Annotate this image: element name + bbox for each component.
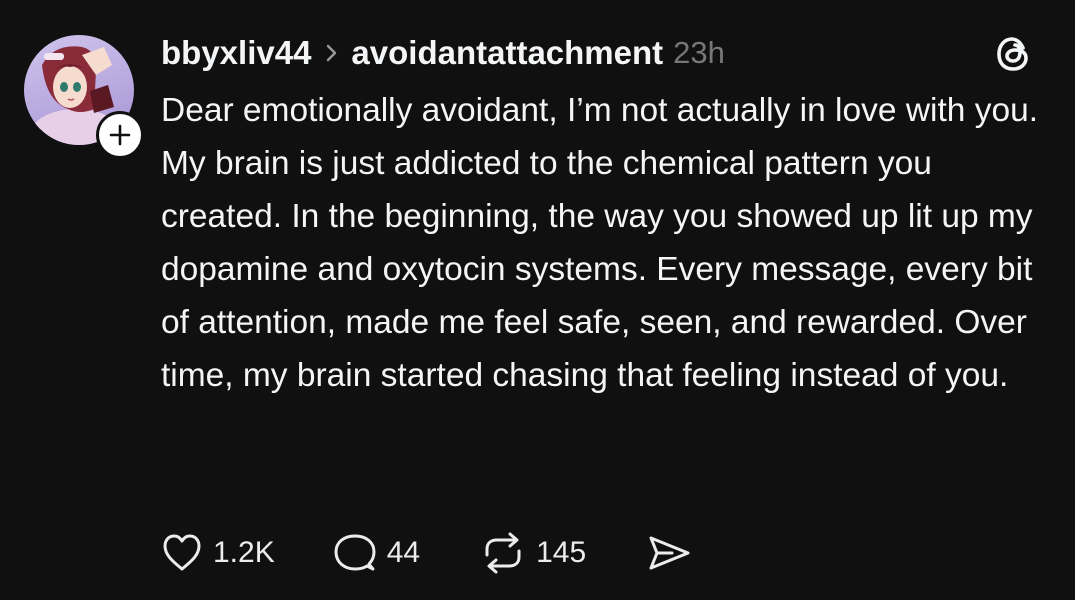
post-timestamp: 23h <box>673 35 725 70</box>
plus-icon <box>109 124 131 146</box>
threads-logo-icon[interactable] <box>993 33 1035 75</box>
post-header: bbyxliv44 avoidantattachment 23h <box>161 30 725 76</box>
username-link[interactable]: bbyxliv44 <box>161 34 311 72</box>
follow-button[interactable] <box>96 111 144 159</box>
send-icon <box>649 536 690 570</box>
avatar-container[interactable] <box>24 35 144 159</box>
repost-icon <box>485 532 521 574</box>
like-button[interactable]: 1.2K <box>161 533 275 573</box>
share-button[interactable] <box>646 533 692 573</box>
heart-icon <box>163 534 201 571</box>
community-link[interactable]: avoidantattachment <box>351 34 663 72</box>
comment-bubble-icon <box>334 534 376 571</box>
reply-button[interactable]: 44 <box>333 532 420 574</box>
repost-count: 145 <box>536 536 587 569</box>
like-count: 1.2K <box>213 536 275 569</box>
reply-count: 44 <box>386 536 421 569</box>
chevron-right-icon <box>325 42 339 64</box>
repost-button[interactable]: 145 <box>480 531 586 575</box>
post-actions-bar: 1.2K 44 145 <box>161 530 692 576</box>
post-body-text: Dear emotionally avoidant, I’m not actua… <box>161 92 1039 394</box>
